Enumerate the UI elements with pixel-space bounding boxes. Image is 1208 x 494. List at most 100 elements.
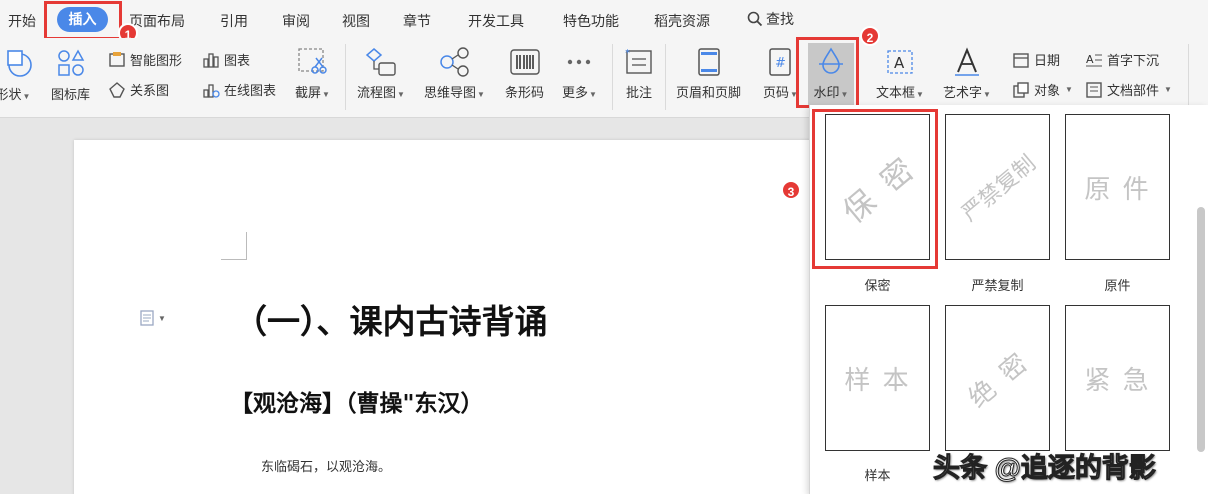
- object-label: 对象: [1034, 83, 1061, 98]
- svg-text:#: #: [775, 56, 786, 71]
- watermark-option-label: 原件: [1104, 278, 1131, 293]
- insert-tab-highlight: [44, 1, 122, 40]
- page-number-button[interactable]: # 页码▼: [763, 46, 798, 101]
- tab-page-layout[interactable]: 页面布局: [129, 11, 185, 31]
- comment-label: 批注: [625, 85, 652, 100]
- watermark-option-label: 样本: [864, 468, 891, 483]
- online-chart-icon: [203, 83, 220, 98]
- tab-references[interactable]: 引用: [220, 11, 248, 31]
- comment-button[interactable]: * 批注: [622, 46, 656, 101]
- tab-developer[interactable]: 开发工具: [468, 11, 524, 31]
- watermark-option-yangben[interactable]: 样 本: [825, 305, 930, 451]
- relation-chart-button[interactable]: 关系图: [108, 80, 169, 99]
- poem-title: 【观沧海】（曹操"东汉）: [230, 390, 484, 417]
- shape-icon: [7, 50, 32, 77]
- step-badge-2: 2: [860, 26, 880, 46]
- smart-art-button[interactable]: 智能图形: [108, 50, 182, 69]
- tab-section[interactable]: 章节: [403, 11, 431, 31]
- mindmap-icon: [440, 47, 470, 77]
- watermark-option-highlight: [812, 109, 938, 269]
- header-footer-button[interactable]: 页眉和页脚: [676, 46, 741, 101]
- relation-chart-label: 关系图: [130, 83, 170, 98]
- source-credit-overlay: 头条 @追逐的背影: [933, 453, 1157, 484]
- date-button[interactable]: 日期: [1012, 50, 1060, 69]
- doc-parts-icon: [1086, 81, 1102, 98]
- search-icon: [747, 11, 763, 27]
- document-page[interactable]: ▼ （一）、课内古诗背诵 【观沧海】（曹操"东汉） 东临碣石，以观沧海。: [74, 140, 812, 494]
- header-footer-label: 页眉和页脚: [676, 85, 742, 100]
- calendar-icon: [1013, 52, 1029, 68]
- online-chart-button[interactable]: 在线图表: [202, 80, 276, 99]
- paragraph-layout-button[interactable]: ▼: [140, 310, 166, 326]
- icon-library-button[interactable]: 图标库: [51, 48, 90, 103]
- watermark-preview-text: 紧 急: [1084, 365, 1151, 396]
- chevron-down-icon: ▼: [158, 313, 166, 323]
- watermark-preview-text: 绝 密: [962, 346, 1036, 414]
- search-label: 查找: [766, 11, 794, 27]
- textbox-icon: A: [887, 50, 913, 74]
- ribbon-divider: [345, 44, 346, 110]
- wordart-button[interactable]: 艺术字▼: [943, 46, 991, 101]
- poem-line: 东临碣石，以观沧海。: [261, 459, 392, 474]
- barcode-icon: [509, 49, 540, 75]
- drop-cap-button[interactable]: A 首字下沉: [1085, 50, 1159, 69]
- wordart-icon: [954, 47, 979, 76]
- page-number-icon: #: [769, 48, 792, 76]
- screenshot-button[interactable]: 截屏▼: [295, 46, 330, 101]
- watermark-preview-text: 严禁复制: [957, 151, 1041, 227]
- chart-button[interactable]: 图表: [202, 50, 250, 69]
- watermark-option-yanjin[interactable]: 严禁复制: [945, 114, 1050, 260]
- step-badge-3: 3: [781, 180, 801, 200]
- more-dots-icon: [568, 59, 591, 65]
- document-icon: [140, 310, 154, 326]
- doc-parts-label: 文档部件: [1107, 83, 1160, 98]
- shape-button[interactable]: 形状▼: [0, 48, 36, 103]
- flowchart-button[interactable]: 流程图▼: [357, 46, 405, 101]
- icon-library-icon: [57, 49, 84, 76]
- watermark-preview-text: 样 本: [844, 365, 911, 396]
- search-button[interactable]: 查找: [747, 9, 794, 29]
- svg-text:A: A: [1086, 53, 1094, 66]
- chart-label: 图表: [224, 53, 251, 68]
- menu-tab-bar: 开始 插入 页面布局 引用 审阅 视图 章节 开发工具 特色功能 稻壳资源 查找: [0, 0, 1208, 38]
- svg-text:A: A: [894, 54, 905, 72]
- document-heading: （一）、课内古诗背诵: [234, 302, 548, 341]
- watermark-button-highlight: [796, 37, 859, 108]
- document-area: ▼ （一）、课内古诗背诵 【观沧海】（曹操"东汉） 东临碣石，以观沧海。: [0, 119, 812, 494]
- textbox-label: 文本框: [876, 85, 916, 100]
- chart-icon: [203, 52, 219, 68]
- tab-special-features[interactable]: 特色功能: [563, 11, 619, 31]
- smart-art-label: 智能图形: [130, 53, 183, 68]
- ribbon-divider: [1188, 44, 1189, 110]
- mindmap-button[interactable]: 思维导图▼: [424, 46, 485, 101]
- watermark-option-label: 保密: [864, 278, 891, 293]
- watermark-option-juemi[interactable]: 绝 密: [945, 305, 1050, 451]
- tab-kaishi[interactable]: 开始: [8, 11, 36, 31]
- watermark-option-jinji[interactable]: 紧 急: [1065, 305, 1170, 451]
- tab-review[interactable]: 审阅: [282, 11, 310, 31]
- drop-cap-label: 首字下沉: [1107, 53, 1160, 68]
- svg-text:*: *: [625, 48, 630, 59]
- flowchart-label: 流程图: [357, 85, 397, 100]
- textbox-button[interactable]: A 文本框▼: [876, 46, 924, 101]
- watermark-option-yuanjian[interactable]: 原 件: [1065, 114, 1170, 260]
- scissors-icon: [298, 48, 328, 74]
- doc-parts-button[interactable]: 文档部件 ▼: [1085, 80, 1172, 99]
- drop-cap-icon: A: [1086, 53, 1102, 66]
- online-chart-label: 在线图表: [224, 83, 277, 98]
- object-button[interactable]: 对象 ▼: [1012, 80, 1073, 99]
- barcode-button[interactable]: 条形码: [505, 46, 544, 101]
- page-number-label: 页码: [763, 85, 790, 100]
- panel-scrollbar[interactable]: [1197, 207, 1205, 452]
- smart-art-icon: [109, 51, 125, 67]
- mindmap-label: 思维导图: [424, 85, 477, 100]
- wordart-label: 艺术字: [943, 85, 983, 100]
- page-margin-corner-mark: [221, 232, 247, 260]
- more-button[interactable]: 更多▼: [562, 46, 597, 101]
- shape-label: 形状: [0, 87, 22, 102]
- flowchart-icon: [365, 48, 396, 76]
- object-icon: [1013, 81, 1029, 98]
- tab-view[interactable]: 视图: [342, 11, 370, 31]
- tab-daoke-resources[interactable]: 稻壳资源: [654, 11, 710, 31]
- watermark-option-label: 严禁复制: [971, 278, 1024, 293]
